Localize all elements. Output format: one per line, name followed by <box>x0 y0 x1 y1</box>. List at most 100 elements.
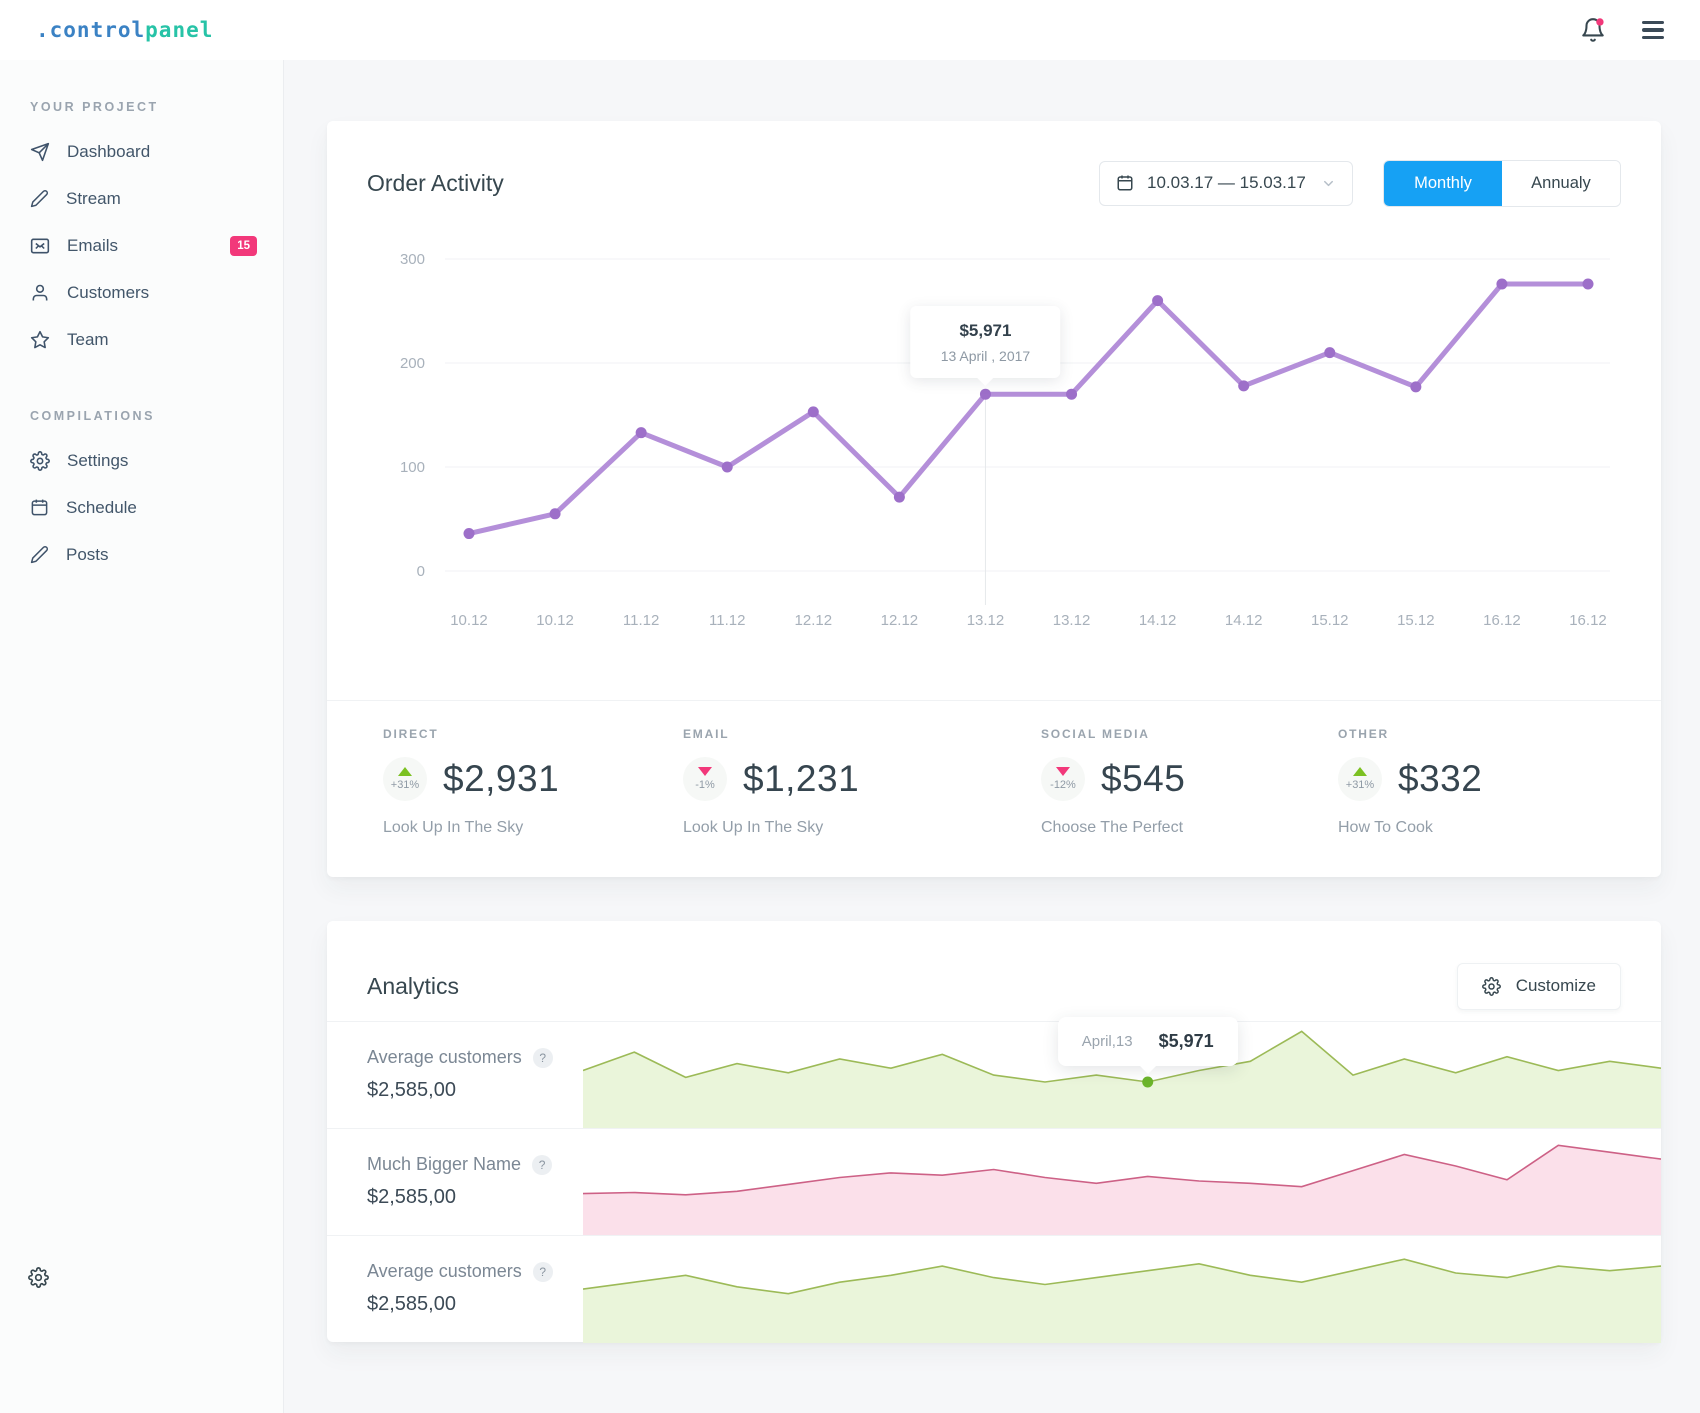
app-logo: .controlpanel <box>36 18 213 42</box>
sidebar-item-posts[interactable]: Posts <box>0 531 283 578</box>
main-content: Order Activity 10.03.17 — 15.03.17 Month… <box>284 60 1700 1413</box>
analytics-row-value: $2,585,00 <box>367 1186 583 1209</box>
sidebar: YOUR PROJECT Dashboard Stream Emails 15 … <box>0 60 284 1413</box>
tooltip-date: 13 April , 2017 <box>941 348 1031 364</box>
analytics-row-much-bigger-name: Much Bigger Name? $2,585,00 <box>327 1128 1661 1235</box>
sidebar-item-emails[interactable]: Emails 15 <box>0 222 283 269</box>
stat-value: $545 <box>1101 758 1185 800</box>
analytics-card: Analytics Customize Average customers? $… <box>327 921 1661 1342</box>
pencil-icon <box>30 545 49 564</box>
analytics-row-label: Much Bigger Name <box>367 1154 521 1175</box>
svg-text:14.12: 14.12 <box>1139 612 1177 629</box>
sidebar-item-label: Customers <box>67 283 149 303</box>
sidebar-item-schedule[interactable]: Schedule <box>0 484 283 531</box>
settings-gear-icon[interactable] <box>28 1267 49 1288</box>
stat-social-media: SOCIAL MEDIA -12% $545 Choose The Perfec… <box>1041 727 1338 837</box>
stat-label: SOCIAL MEDIA <box>1041 727 1338 741</box>
pencil-icon <box>30 189 49 208</box>
trend-indicator: +31% <box>383 757 427 801</box>
sidebar-item-label: Emails <box>67 236 118 256</box>
order-activity-title: Order Activity <box>367 170 504 197</box>
trend-percent: +31% <box>1346 779 1374 791</box>
stat-value: $1,231 <box>743 758 859 800</box>
customize-label: Customize <box>1516 976 1596 996</box>
sidebar-item-label: Dashboard <box>67 142 150 162</box>
sidebar-item-customers[interactable]: Customers <box>0 269 283 316</box>
sidebar-item-settings[interactable]: Settings <box>0 437 283 484</box>
svg-text:12.12: 12.12 <box>881 612 919 629</box>
paper-plane-icon <box>30 142 50 162</box>
svg-text:16.12: 16.12 <box>1483 612 1521 629</box>
date-range-value: 10.03.17 — 15.03.17 <box>1147 173 1306 193</box>
stat-label: EMAIL <box>683 727 1041 741</box>
stat-direct: DIRECT +31% $2,931 Look Up In The Sky <box>383 727 683 837</box>
help-icon[interactable]: ? <box>532 1155 552 1175</box>
svg-text:300: 300 <box>400 251 425 268</box>
date-range-picker[interactable]: 10.03.17 — 15.03.17 <box>1099 161 1353 206</box>
analytics-tooltip: April,13 $5,971 <box>1058 1017 1238 1066</box>
sidebar-item-label: Settings <box>67 451 128 471</box>
sparkline-area-chart <box>583 1129 1661 1235</box>
stat-email: EMAIL -1% $1,231 Look Up In The Sky <box>683 727 1041 837</box>
tooltip-value: $5,971 <box>941 321 1031 341</box>
stat-value: $2,931 <box>443 758 559 800</box>
order-activity-chart: 300200100010.1210.1211.1211.1212.1212.12… <box>327 207 1661 636</box>
calendar-icon <box>30 498 49 517</box>
gear-icon <box>30 451 50 471</box>
trend-indicator: -12% <box>1041 757 1085 801</box>
svg-text:12.12: 12.12 <box>795 612 833 629</box>
chevron-down-icon <box>1321 176 1336 191</box>
stat-label: DIRECT <box>383 727 683 741</box>
svg-text:200: 200 <box>400 355 425 372</box>
analytics-row-label: Average customers <box>367 1047 522 1068</box>
menu-hamburger-icon[interactable] <box>1642 21 1664 40</box>
svg-text:10.12: 10.12 <box>536 612 574 629</box>
notifications-bell-icon[interactable] <box>1580 17 1606 43</box>
svg-text:13.12: 13.12 <box>967 612 1005 629</box>
trend-percent: +31% <box>391 779 419 791</box>
trend-indicator: -1% <box>683 757 727 801</box>
monthly-button[interactable]: Monthly <box>1384 161 1502 206</box>
sidebar-item-stream[interactable]: Stream <box>0 175 283 222</box>
help-icon[interactable]: ? <box>533 1262 553 1282</box>
analytics-row-average-customers-2: Average customers? $2,585,00 <box>327 1235 1661 1342</box>
svg-text:15.12: 15.12 <box>1311 612 1349 629</box>
customize-button[interactable]: Customize <box>1457 963 1621 1010</box>
svg-text:11.12: 11.12 <box>709 612 745 629</box>
topbar-actions <box>1580 17 1664 43</box>
topbar: .controlpanel <box>0 0 1700 60</box>
analytics-row-value: $2,585,00 <box>367 1293 583 1316</box>
user-icon <box>30 283 50 303</box>
order-activity-card: Order Activity 10.03.17 — 15.03.17 Month… <box>327 121 1661 877</box>
sparkline-area-chart <box>583 1236 1661 1342</box>
svg-text:14.12: 14.12 <box>1225 612 1263 629</box>
calendar-icon <box>1116 174 1134 192</box>
stat-label: OTHER <box>1338 727 1621 741</box>
area-chart <box>583 1236 1661 1343</box>
svg-text:100: 100 <box>400 459 425 476</box>
envelope-icon <box>30 236 50 256</box>
sparkline-area-chart: April,13 $5,971 <box>583 1022 1661 1128</box>
sidebar-item-dashboard[interactable]: Dashboard <box>0 128 283 175</box>
emails-badge: 15 <box>230 236 257 256</box>
stat-subtitle: Choose The Perfect <box>1041 819 1338 837</box>
sidebar-item-team[interactable]: Team <box>0 316 283 363</box>
sidebar-item-label: Stream <box>66 189 121 209</box>
stat-subtitle: Look Up In The Sky <box>383 819 683 837</box>
sidebar-section-compilations: COMPILATIONS <box>0 409 283 437</box>
line-chart: 300200100010.1210.1211.1211.1212.1212.12… <box>367 219 1620 631</box>
svg-text:0: 0 <box>417 563 425 580</box>
annualy-button[interactable]: Annualy <box>1502 161 1620 206</box>
analytics-row-average-customers-1: Average customers? $2,585,00 April,13 $5… <box>327 1021 1661 1128</box>
trend-percent: -12% <box>1050 779 1076 791</box>
help-icon[interactable]: ? <box>533 1048 553 1068</box>
tooltip-value: $5,971 <box>1159 1031 1214 1052</box>
svg-text:16.12: 16.12 <box>1569 612 1607 629</box>
trend-up-icon <box>398 767 412 776</box>
analytics-title: Analytics <box>367 973 459 1000</box>
svg-text:10.12: 10.12 <box>450 612 488 629</box>
sidebar-section-your-project: YOUR PROJECT <box>0 100 283 128</box>
logo-text-secondary: panel <box>145 18 213 42</box>
stat-value: $332 <box>1398 758 1482 800</box>
tooltip-date: April,13 <box>1082 1033 1133 1050</box>
